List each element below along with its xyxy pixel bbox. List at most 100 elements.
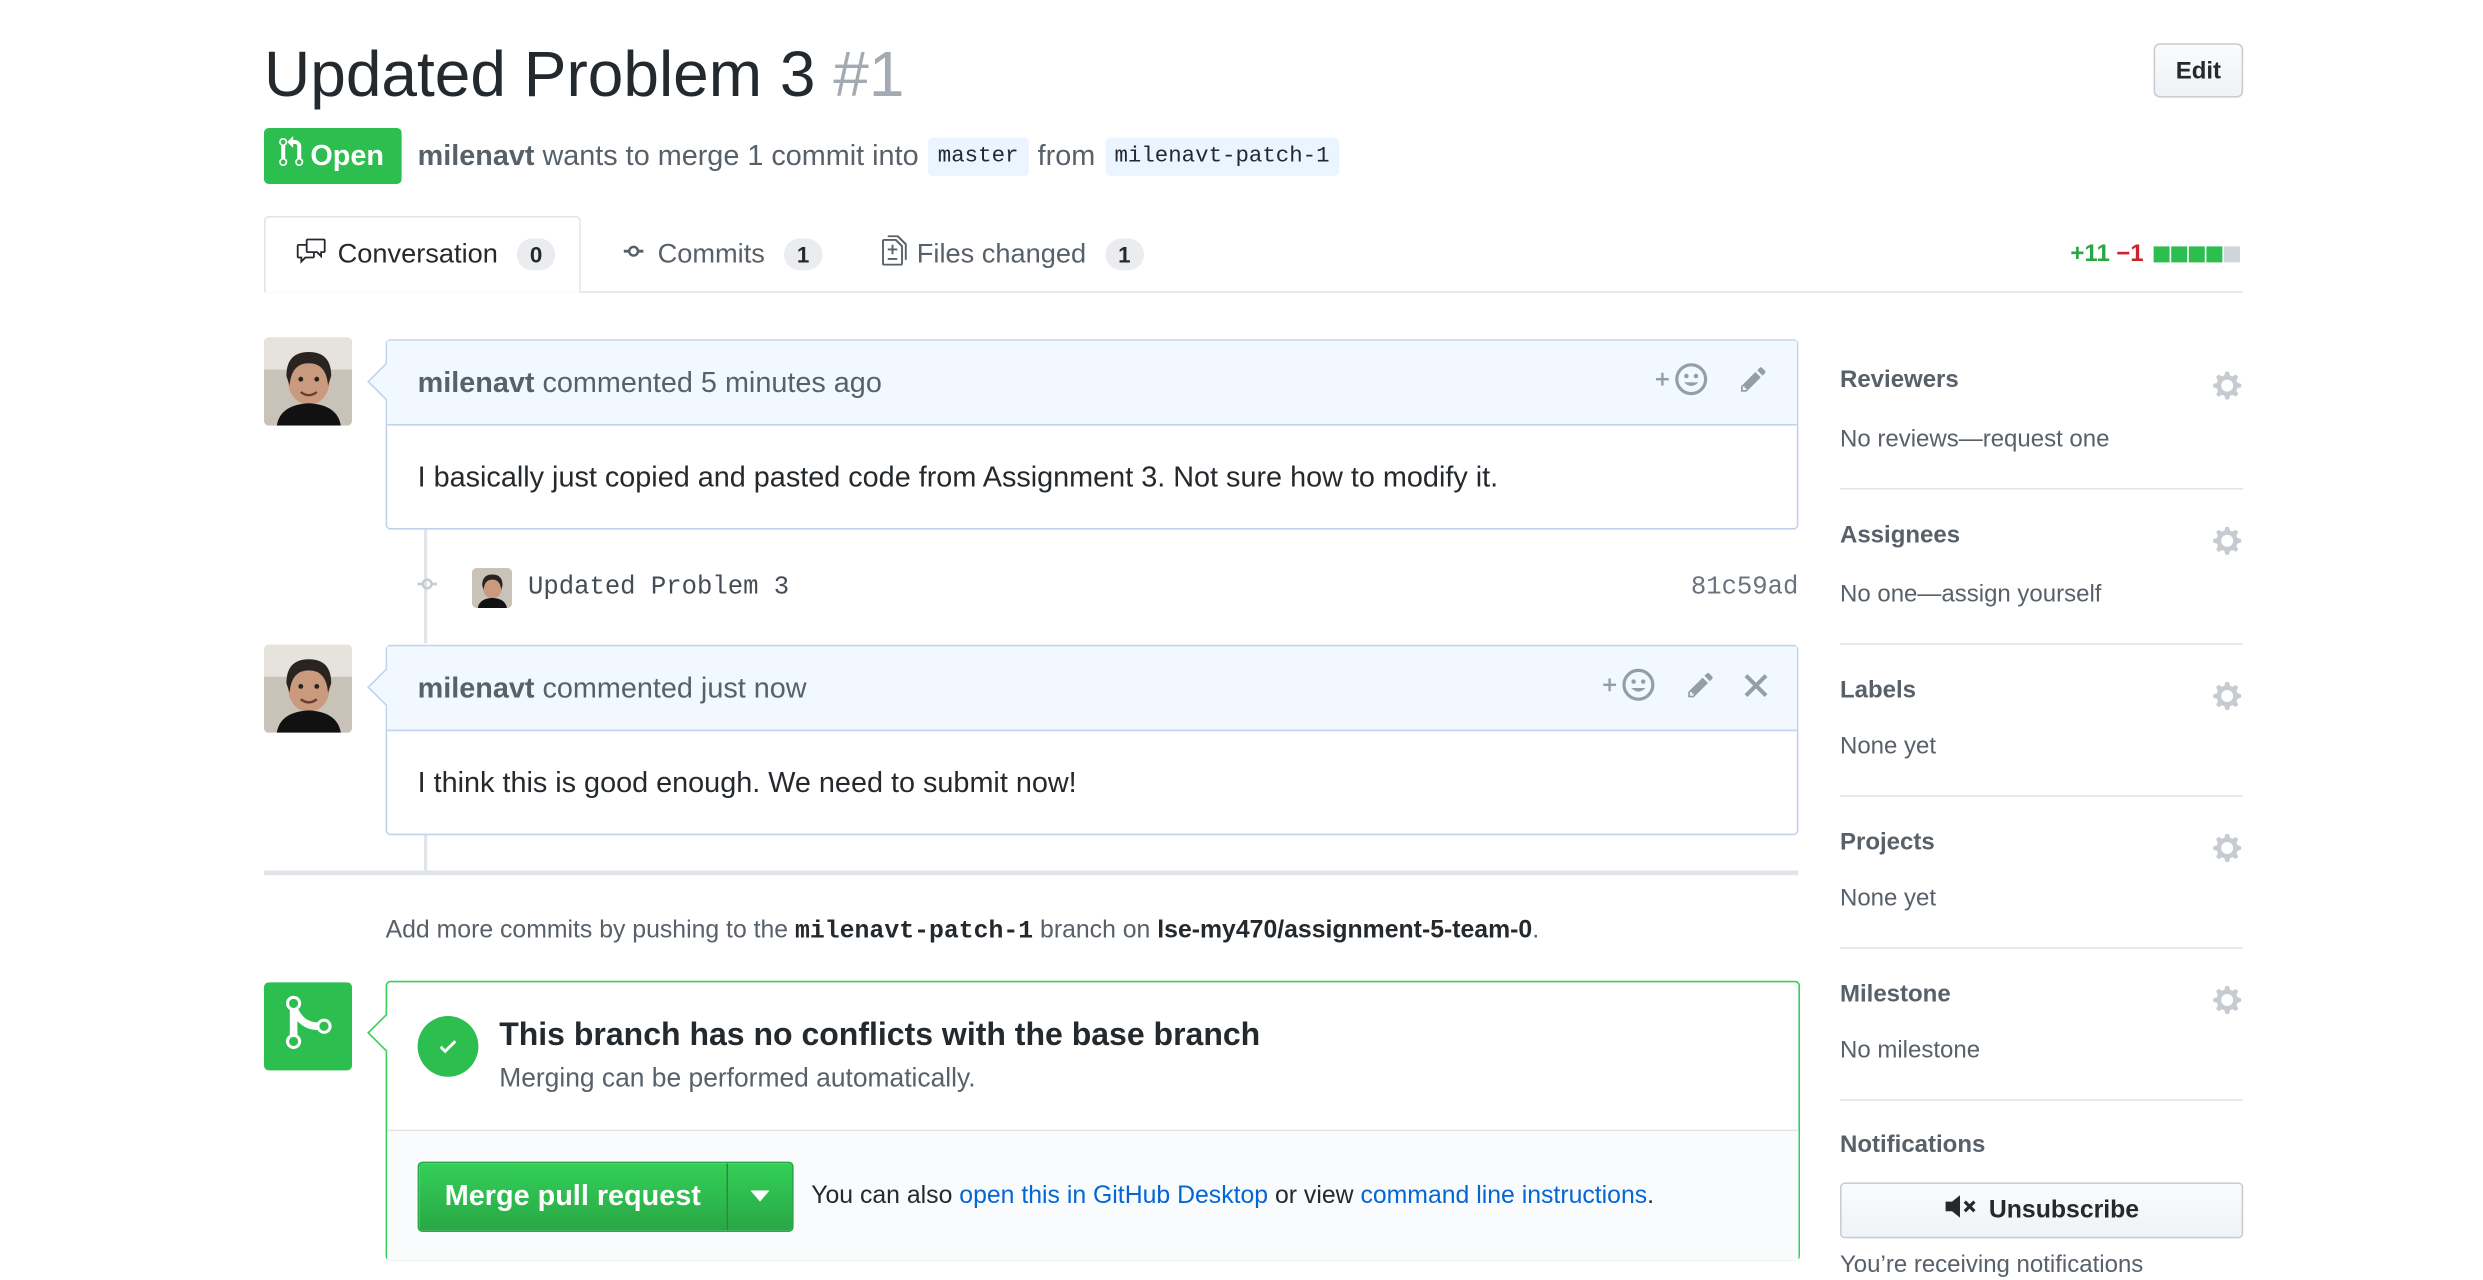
merge-status-title: This branch has no conflicts with the ba…	[499, 1017, 1261, 1053]
sidebar-value: None yet	[1840, 884, 1937, 912]
merge-pull-request-button[interactable]: Merge pull request	[419, 1162, 727, 1230]
sidebar-reviewers: Reviewers No reviews—request one	[1840, 366, 2244, 490]
unsubscribe-button[interactable]: Unsubscribe	[1840, 1182, 2244, 1239]
diffstat-block	[2205, 245, 2222, 262]
sidebar-value[interactable]: No reviews—request one	[1840, 426, 2109, 453]
edit-button[interactable]: Edit	[2153, 43, 2244, 98]
comment-meta[interactable]: commented 5 minutes ago	[542, 366, 881, 400]
git-commit-icon	[413, 572, 442, 602]
comment-body: I basically just copied and pasted code …	[417, 460, 1499, 492]
tab-label: Conversation	[337, 238, 498, 269]
unsubscribe-label: Unsubscribe	[1988, 1196, 2140, 1224]
comment-header: milenavt commented 5 minutes ago	[387, 340, 1797, 426]
comment-author[interactable]: milenavt	[418, 671, 535, 705]
merge-alternatives: You can also open this in GitHub Desktop…	[811, 1182, 1654, 1211]
or-view-text: or view	[1274, 1181, 1354, 1209]
head-branch[interactable]: milenavt-patch-1	[1104, 136, 1340, 176]
merge-method-dropdown[interactable]	[726, 1162, 793, 1230]
sidebar-value: None yet	[1840, 732, 1937, 760]
sidebar-heading[interactable]: Assignees	[1840, 522, 1960, 549]
sidebar-labels: Labels None yet	[1840, 677, 2244, 797]
timeline-end-divider	[264, 870, 1799, 876]
merge-info: milenavt wants to merge 1 commit into ma…	[418, 128, 1349, 184]
commit-avatar[interactable]	[472, 567, 512, 608]
mute-icon	[1944, 1194, 1979, 1228]
diffstat-block	[2170, 245, 2187, 262]
sidebar-milestone: Milestone No milestone	[1840, 981, 2244, 1101]
gear-icon[interactable]	[2211, 525, 2243, 565]
command-line-instructions-link[interactable]: command line instructions	[1360, 1182, 1647, 1209]
diffstat-additions: +11	[2070, 240, 2110, 268]
close-icon[interactable]	[1744, 671, 1768, 705]
sidebar-heading[interactable]: Reviewers	[1840, 366, 1959, 393]
push-note: Add more commits by pushing to the milen…	[386, 917, 1540, 946]
push-note-suffix: .	[1532, 916, 1540, 944]
tab-conversation[interactable]: Conversation 0	[264, 216, 581, 293]
notifications-note: You’re receiving notifications	[1840, 1251, 2144, 1279]
push-note-prefix: Add more commits by pushing to the	[385, 916, 789, 944]
avatar[interactable]	[264, 337, 352, 426]
comment: milenavt commented just now I think this…	[367, 644, 1799, 836]
add-reaction-icon[interactable]	[1653, 361, 1711, 404]
pencil-icon[interactable]	[1686, 670, 1715, 707]
diffstat-block	[2188, 245, 2205, 262]
sidebar-assignees: Assignees No one—assign yourself	[1840, 522, 2244, 645]
comment-header: milenavt commented just now	[387, 646, 1797, 732]
pencil-icon[interactable]	[1739, 364, 1768, 401]
page-title: Updated Problem 3 #1	[264, 35, 904, 115]
git-commit-icon	[619, 238, 648, 270]
push-note-middle: branch on	[1040, 916, 1151, 944]
sidebar-heading[interactable]: Milestone	[1840, 981, 1951, 1008]
tab-files-changed[interactable]: Files changed 1	[882, 216, 1144, 293]
merge-status: This branch has no conflicts with the ba…	[387, 982, 1799, 1132]
diffstat-block	[2153, 245, 2170, 262]
sidebar-projects: Projects None yet	[1840, 829, 2244, 949]
pull-request-icon	[277, 136, 306, 176]
merge-text: wants to merge 1 commit into	[542, 139, 919, 172]
gear-icon[interactable]	[2211, 680, 2243, 720]
sidebar-value[interactable]: No one—assign yourself	[1840, 581, 2101, 608]
merge-status-subtitle: Merging can be performed automatically.	[499, 1064, 976, 1093]
commit-sha[interactable]: 81c59ad	[1691, 573, 1799, 602]
tab-counter: 1	[784, 238, 823, 271]
comment-discussion-icon	[294, 236, 328, 273]
gear-icon[interactable]	[2211, 984, 2243, 1024]
sidebar-value: No milestone	[1840, 1036, 1981, 1064]
file-diff-icon	[882, 235, 908, 273]
open-github-desktop-link[interactable]: open this in GitHub Desktop	[959, 1182, 1268, 1209]
pr-number: #1	[833, 40, 905, 111]
comment-author[interactable]: milenavt	[418, 366, 535, 400]
from-text: from	[1037, 139, 1096, 172]
check-icon	[417, 1016, 479, 1077]
sidebar-heading[interactable]: Projects	[1840, 829, 1935, 856]
tab-counter: 0	[517, 238, 556, 271]
comment-meta[interactable]: commented just now	[542, 671, 806, 705]
tab-label: Files changed	[916, 238, 1087, 269]
diffstat-block	[2223, 245, 2240, 262]
period: .	[1647, 1181, 1655, 1209]
gear-icon[interactable]	[2211, 832, 2243, 872]
commit-message[interactable]: Updated Problem 3	[528, 573, 789, 602]
diffstat-blocks	[2153, 245, 2240, 262]
also-prefix: You can also	[811, 1181, 953, 1209]
merge-status-icon	[264, 982, 352, 1071]
pr-author[interactable]: milenavt	[418, 139, 535, 173]
tab-label: Commits	[657, 238, 765, 269]
base-branch[interactable]: master	[928, 136, 1029, 176]
gear-icon[interactable]	[2211, 370, 2243, 410]
commit-row: Updated Problem 3 81c59ad	[413, 563, 1799, 611]
tab-commits[interactable]: Commits 1	[619, 216, 823, 293]
triangle-down-icon	[750, 1182, 770, 1211]
timeline-line	[424, 833, 428, 871]
pull-request-page: Updated Problem 3 #1 Edit Open milenavt …	[0, 0, 2483, 1280]
notifications-heading: Notifications	[1840, 1131, 1986, 1159]
diffstat-deletions: −1	[2116, 240, 2144, 268]
diffstat[interactable]: +11 −1	[2070, 240, 2240, 268]
avatar[interactable]	[264, 644, 352, 733]
tab-counter: 1	[1105, 238, 1144, 271]
add-reaction-icon[interactable]	[1600, 666, 1658, 709]
sidebar-heading[interactable]: Labels	[1840, 677, 1916, 704]
state-label: Open	[310, 139, 385, 172]
comment-actions	[1653, 341, 1768, 424]
push-note-repo: lse-my470/assignment-5-team-0	[1157, 916, 1533, 944]
